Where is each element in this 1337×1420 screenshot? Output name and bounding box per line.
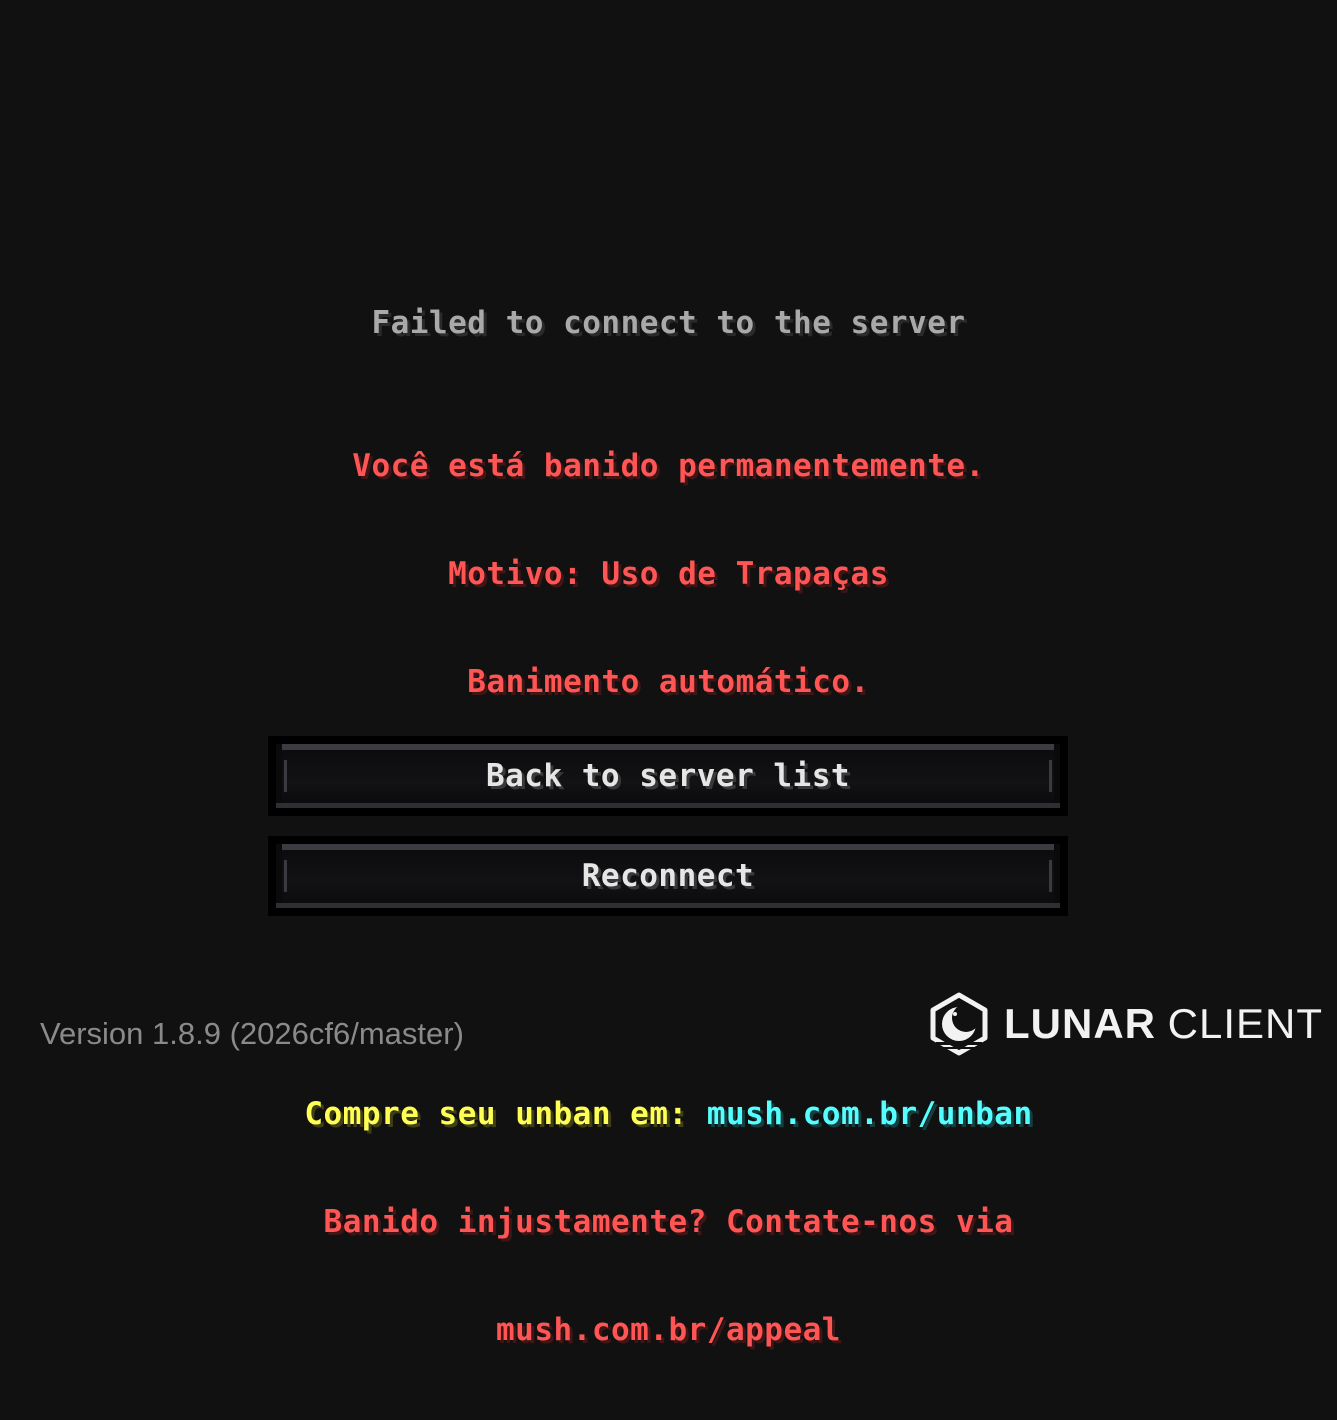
unban-url: mush.com.br/unban: [706, 1096, 1033, 1132]
appeal-url: mush.com.br/appeal: [496, 1312, 841, 1348]
reconnect-button[interactable]: Reconnect: [268, 836, 1068, 916]
ban-reason-line: Motivo: Uso de Trapaças: [448, 556, 889, 592]
reconnect-label: Reconnect: [581, 858, 755, 894]
appeal-line: Banido injustamente? Contate-nos via: [323, 1204, 1014, 1240]
ban-type-line: Banimento automático.: [467, 664, 870, 700]
version-text: Version 1.8.9 (2026cf6/master): [40, 1016, 464, 1051]
brand-light-word: CLIENT: [1167, 1000, 1324, 1047]
unban-line: Compre seu unban em: mush.com.br/unban: [0, 1096, 1337, 1132]
unban-prefix: Compre seu unban em:: [304, 1096, 707, 1132]
lunar-client-logo-icon: [930, 992, 988, 1056]
back-to-server-list-label: Back to server list: [485, 758, 851, 794]
back-to-server-list-button[interactable]: Back to server list: [268, 736, 1068, 816]
ban-status-line: Você está banido permanentemente.: [352, 448, 985, 484]
brand-bold-word: LUNAR: [1004, 1000, 1156, 1047]
lunar-client-brand: LUNAR CLIENT: [928, 992, 1333, 1056]
lunar-client-wordmark: LUNAR CLIENT: [1004, 1001, 1323, 1047]
disconnect-title: Failed to connect to the server: [371, 305, 966, 341]
